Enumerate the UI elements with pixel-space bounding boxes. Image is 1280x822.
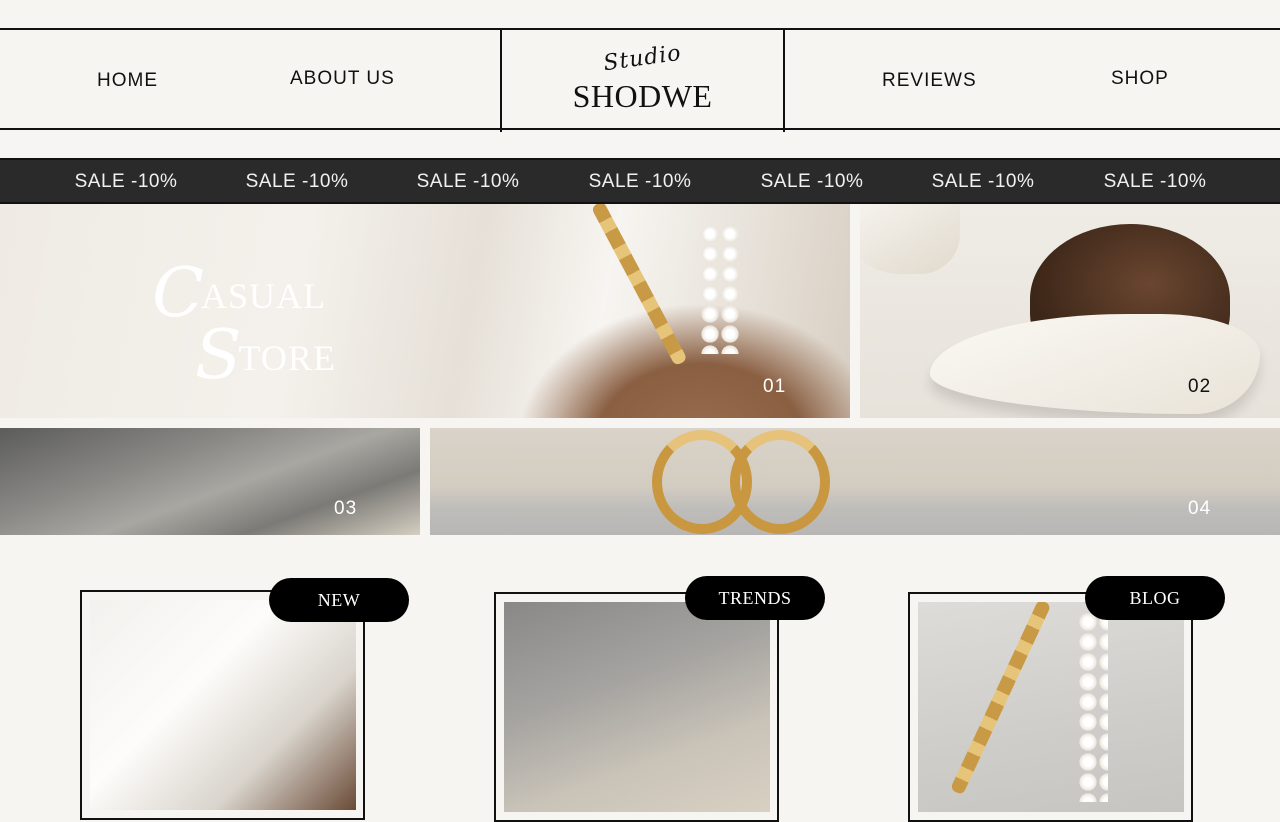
card-image: [90, 600, 356, 810]
hoop-earring-graphic: [730, 430, 830, 534]
sale-item[interactable]: SALE -10%: [932, 171, 1035, 193]
hero-tile-03[interactable]: 03: [0, 428, 420, 535]
card-new[interactable]: [80, 590, 365, 820]
pearl-necklace-graphic: [700, 224, 740, 354]
card-blog[interactable]: [908, 592, 1193, 822]
sale-item[interactable]: SALE -10%: [246, 171, 349, 193]
sale-item[interactable]: SALE -10%: [761, 171, 864, 193]
tile-number: 03: [334, 498, 358, 519]
pearl-necklace-graphic: [1078, 612, 1108, 802]
tile-number: 04: [1188, 498, 1212, 519]
necklace-chain-graphic: [590, 204, 688, 367]
trends-badge-button[interactable]: TRENDS: [685, 576, 825, 620]
nav-shop-link[interactable]: SHOP: [1111, 68, 1169, 90]
hero-tile-01[interactable]: CASUAL STORE 01: [0, 204, 850, 418]
tile-number: 01: [763, 376, 787, 397]
card-trends[interactable]: [494, 592, 779, 822]
necklace-chain-graphic: [949, 602, 1052, 796]
new-badge-button[interactable]: NEW: [269, 578, 409, 622]
site-header: HOME ABOUT US Studio SHODWE REVIEWS SHOP: [0, 28, 1280, 132]
sale-item[interactable]: SALE -10%: [589, 171, 692, 193]
card-image: [918, 602, 1184, 812]
tile-number: 02: [1188, 376, 1212, 397]
hero-tile-02[interactable]: 02: [860, 204, 1280, 418]
blog-badge-button[interactable]: BLOG: [1085, 576, 1225, 620]
logo-name: SHODWE: [572, 78, 713, 114]
hero-tile-04[interactable]: 04: [430, 428, 1280, 535]
sale-item[interactable]: SALE -10%: [417, 171, 520, 193]
nav-reviews-link[interactable]: REVIEWS: [882, 70, 977, 92]
sale-item[interactable]: SALE -10%: [75, 171, 178, 193]
sale-item[interactable]: SALE -10%: [1104, 171, 1207, 193]
logo[interactable]: Studio SHODWE: [500, 28, 785, 132]
nav-about-link[interactable]: ABOUT US: [290, 68, 395, 90]
sale-ribbon: SALE -10% SALE -10% SALE -10% SALE -10% …: [0, 158, 1280, 204]
hero-title-line2: STORE: [195, 316, 336, 395]
shoe-graphic: [930, 314, 1260, 414]
card-image: [504, 602, 770, 812]
nav-home-link[interactable]: HOME: [97, 70, 158, 92]
shoe-graphic: [860, 204, 960, 274]
